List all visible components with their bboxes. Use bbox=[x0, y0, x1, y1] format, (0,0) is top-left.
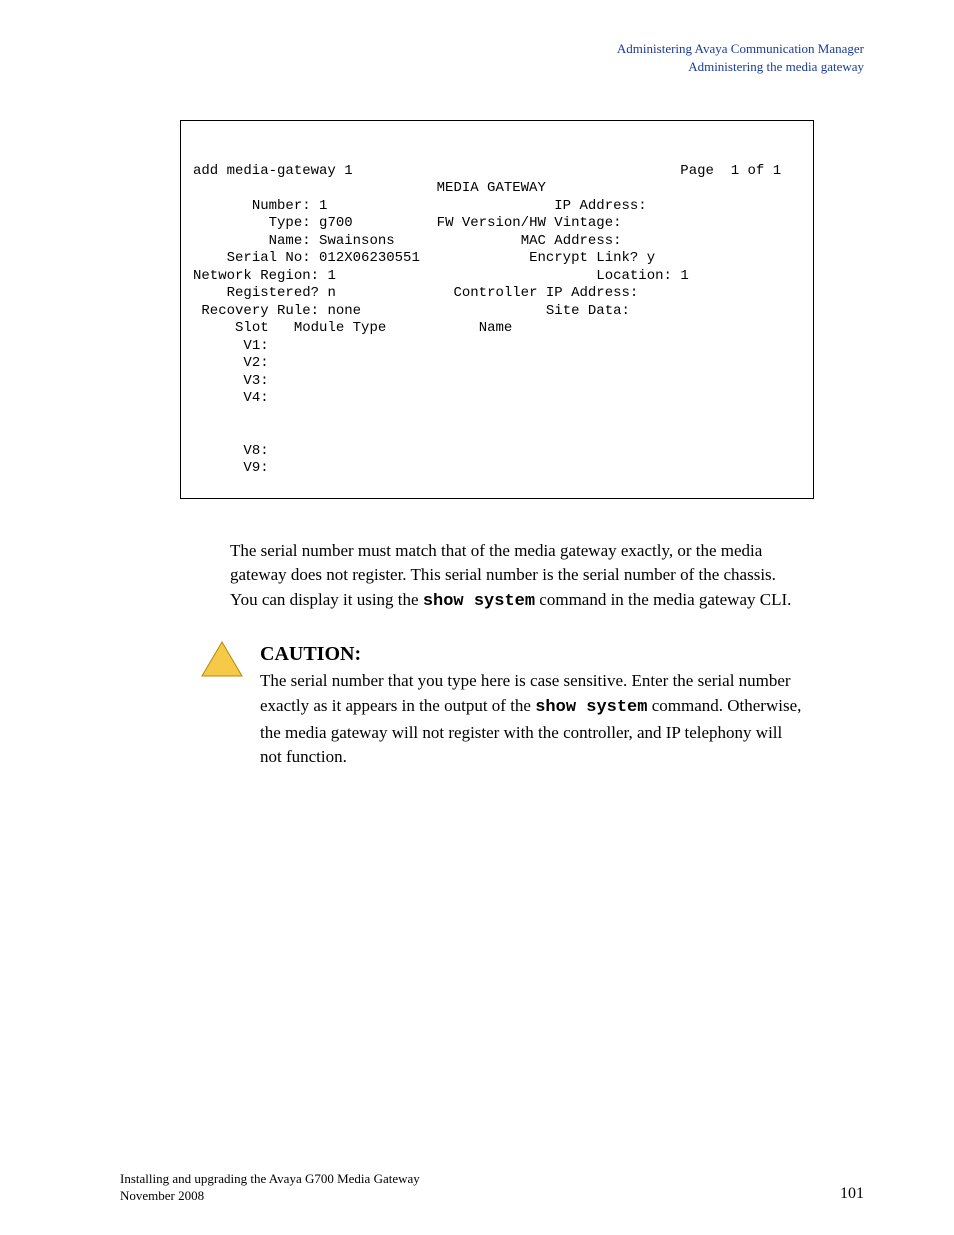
footer: Installing and upgrading the Avaya G700 … bbox=[0, 1171, 954, 1205]
col-name: Name bbox=[479, 320, 513, 336]
footer-page-number: 101 bbox=[840, 1183, 864, 1205]
col-slot: Slot bbox=[235, 320, 269, 336]
caution-label: CAUTION: bbox=[260, 640, 804, 669]
header-links: Administering Avaya Communication Manage… bbox=[617, 40, 864, 76]
value-type: g700 bbox=[319, 215, 353, 231]
caution-text: CAUTION: The serial number that you type… bbox=[260, 640, 804, 770]
label-type: Type: bbox=[269, 215, 311, 231]
label-fw: FW Version/HW Vintage: bbox=[437, 215, 622, 231]
terminal-page-indicator: Page 1 of 1 bbox=[680, 163, 781, 179]
slot-v4: V4: bbox=[243, 390, 268, 406]
para1b: command in the media gateway CLI. bbox=[535, 590, 791, 609]
label-name: Name: bbox=[269, 233, 311, 249]
value-name: Swainsons bbox=[319, 233, 395, 249]
slot-v9: V9: bbox=[243, 460, 268, 476]
value-serial: 012X06230551 bbox=[319, 250, 420, 266]
cmd-show-system-1: show system bbox=[423, 592, 535, 611]
terminal-command: add media-gateway 1 bbox=[193, 163, 353, 179]
label-ip: IP Address: bbox=[554, 198, 646, 214]
header-link-2: Administering the media gateway bbox=[617, 58, 864, 76]
label-encrypt: Encrypt Link? bbox=[529, 250, 638, 266]
page: Administering Avaya Communication Manage… bbox=[0, 0, 954, 1235]
label-site: Site Data: bbox=[546, 303, 630, 319]
terminal-title: MEDIA GATEWAY bbox=[437, 180, 546, 196]
footer-left: Installing and upgrading the Avaya G700 … bbox=[120, 1171, 420, 1205]
header-link-1: Administering Avaya Communication Manage… bbox=[617, 40, 864, 58]
value-registered: n bbox=[327, 285, 335, 301]
footer-date: November 2008 bbox=[120, 1188, 420, 1205]
caution-icon bbox=[200, 640, 244, 685]
value-recovery: none bbox=[327, 303, 361, 319]
value-location: 1 bbox=[680, 268, 688, 284]
label-controller: Controller IP Address: bbox=[453, 285, 638, 301]
slot-v3: V3: bbox=[243, 373, 268, 389]
value-number: 1 bbox=[319, 198, 327, 214]
footer-title: Installing and upgrading the Avaya G700 … bbox=[120, 1171, 420, 1188]
slot-v1: V1: bbox=[243, 338, 268, 354]
slot-v2: V2: bbox=[243, 355, 268, 371]
cmd-show-system-2: show system bbox=[535, 698, 647, 717]
label-number: Number: bbox=[252, 198, 311, 214]
label-serial: Serial No: bbox=[227, 250, 311, 266]
caution-block: CAUTION: The serial number that you type… bbox=[200, 640, 804, 770]
label-registered: Registered? bbox=[227, 285, 319, 301]
value-encrypt: y bbox=[647, 250, 655, 266]
terminal-screen: add media-gateway 1 Page 1 of 1 MEDIA GA… bbox=[180, 120, 814, 499]
slot-v8: V8: bbox=[243, 443, 268, 459]
body-paragraph-1: The serial number must match that of the… bbox=[230, 539, 804, 615]
label-network-region: Network Region: bbox=[193, 268, 319, 284]
label-location: Location: bbox=[596, 268, 672, 284]
label-recovery: Recovery Rule: bbox=[201, 303, 319, 319]
label-mac: MAC Address: bbox=[521, 233, 622, 249]
value-network-region: 1 bbox=[327, 268, 335, 284]
col-module: Module Type bbox=[294, 320, 386, 336]
